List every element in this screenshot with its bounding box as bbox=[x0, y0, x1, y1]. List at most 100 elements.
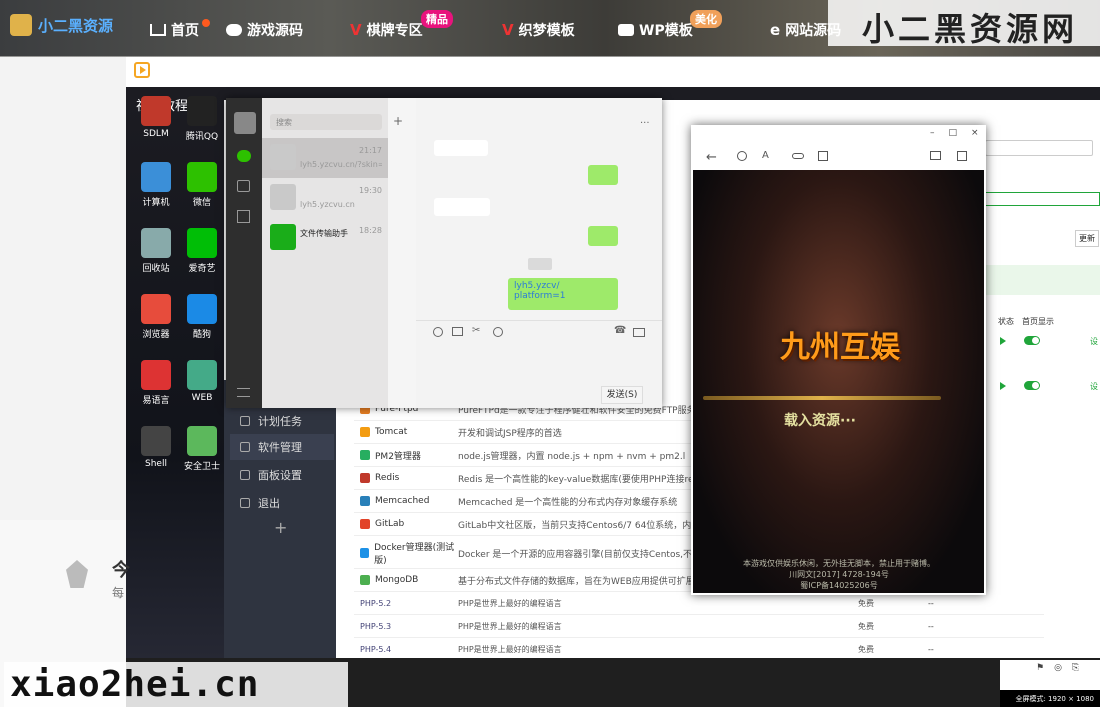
gear-icon bbox=[240, 470, 250, 480]
desktop-icon[interactable]: 爱奇艺 bbox=[172, 228, 232, 274]
software-name: Tomcat bbox=[354, 427, 458, 437]
player-play-icon[interactable] bbox=[134, 62, 150, 78]
nav-wp-templates[interactable]: WP模板 bbox=[618, 20, 693, 40]
ie-icon: e bbox=[770, 21, 781, 39]
table-row[interactable]: Redis Redis 是一个高性能的key-value数据库(要使用PHP连接r… bbox=[354, 467, 694, 490]
nav-chess[interactable]: V 棋牌专区 bbox=[350, 20, 423, 40]
badge-premium: 精品 bbox=[421, 10, 453, 28]
start-icon[interactable] bbox=[1000, 337, 1006, 345]
emoji-icon[interactable] bbox=[433, 327, 443, 337]
app-icon bbox=[141, 228, 171, 258]
desktop-icon[interactable]: 微信 bbox=[172, 162, 232, 208]
contacts-icon[interactable] bbox=[237, 180, 250, 192]
site-brand[interactable]: 小二黑资源 bbox=[10, 14, 113, 36]
nav-game-source[interactable]: 游戏源码 bbox=[226, 20, 303, 40]
software-icon bbox=[360, 427, 370, 437]
watermark-top: 小二黑资源网 bbox=[828, 0, 1100, 48]
player-control-icons[interactable]: ⚑◎⎘ bbox=[1036, 663, 1089, 673]
refresh-icon[interactable] bbox=[737, 151, 747, 161]
settings-link[interactable]: 设 bbox=[1090, 381, 1098, 392]
start-icon[interactable] bbox=[1000, 382, 1006, 390]
desktop-icon-label: 腾讯QQ bbox=[185, 132, 219, 142]
app-icon bbox=[187, 360, 217, 390]
watermark-bottom: xiao2hei.cn bbox=[4, 662, 348, 707]
send-button[interactable]: 发送(S) bbox=[601, 386, 643, 404]
desktop-icon[interactable]: 酷狗 bbox=[172, 294, 232, 340]
box-icon[interactable] bbox=[237, 210, 250, 223]
app-icon bbox=[187, 162, 217, 192]
conversation-item[interactable]: 21:17 lyh5.yzcvu.cn/?skin=0&p... bbox=[262, 138, 388, 178]
user-avatar[interactable] bbox=[234, 112, 256, 134]
conversation-item[interactable]: 19:30 lyh5.yzcvu.cn bbox=[262, 178, 388, 218]
sidebar-item-logout[interactable]: 退出 bbox=[230, 490, 334, 516]
add-button[interactable]: + bbox=[274, 518, 287, 537]
desktop-icon-label: WEB bbox=[191, 393, 213, 403]
app-icon bbox=[141, 426, 171, 456]
desktop-icon[interactable]: WEB bbox=[172, 360, 232, 403]
window-icon[interactable] bbox=[818, 151, 828, 161]
nav-dede-templates[interactable]: V 织梦模板 bbox=[502, 20, 575, 40]
link-icon[interactable] bbox=[792, 153, 804, 159]
table-row[interactable]: PHP-5.3 PHP是世界上最好的编程语言 免费 -- bbox=[354, 615, 1044, 638]
table-row[interactable]: MongoDB基于分布式文件存储的数据库，旨在为WEB应用提供可扩展的高性能数 bbox=[354, 569, 694, 592]
update-button[interactable]: 更新 bbox=[1075, 230, 1099, 247]
sidebar-item-cron[interactable]: 计划任务 bbox=[230, 408, 334, 434]
homepage-toggle[interactable] bbox=[1024, 381, 1040, 390]
menu-icon[interactable] bbox=[237, 388, 250, 397]
desktop-icon[interactable]: 腾讯QQ bbox=[172, 96, 232, 142]
php-dash: -- bbox=[928, 598, 934, 608]
desktop-icon-label: 安全卫士 bbox=[183, 462, 220, 472]
phone-icon[interactable]: ☎ bbox=[614, 325, 626, 336]
software-icon bbox=[360, 548, 370, 558]
font-icon[interactable]: A bbox=[762, 150, 769, 161]
table-row[interactable]: Docker管理器(测试版) Docker 是一个开源的应用容器引擎(目前仅支持C… bbox=[354, 538, 694, 569]
chat-search-input[interactable]: 搜索 bbox=[270, 114, 382, 130]
sidebar-item-software[interactable]: 软件管理 bbox=[230, 434, 334, 460]
app-icon bbox=[187, 426, 217, 456]
software-name: GitLab bbox=[354, 519, 458, 529]
home-icon bbox=[150, 24, 166, 36]
app-icon bbox=[141, 360, 171, 390]
add-contact-icon[interactable]: + bbox=[393, 114, 403, 128]
folder-icon[interactable] bbox=[452, 327, 463, 336]
video-call-icon[interactable] bbox=[633, 328, 645, 337]
table-row[interactable]: PHP-5.2 PHP是世界上最好的编程语言 免费 -- bbox=[354, 592, 1044, 615]
software-icon bbox=[360, 519, 370, 529]
share-icon[interactable] bbox=[930, 151, 941, 160]
table-row[interactable]: Memcached Memcached 是一个高性能的分布式内存对象缓存系统 bbox=[354, 490, 694, 513]
scissors-icon[interactable]: ✂ bbox=[472, 325, 480, 336]
game-footer: 本游戏仅供娱乐休闲，无外挂无脚本，禁止用于赌博。 川网文[2017] 4728-… bbox=[743, 559, 935, 590]
table-row[interactable]: GitLab GitLab中文社区版，当前只支持Centos6/7 64位系统，内… bbox=[354, 513, 694, 536]
loading-bar bbox=[703, 396, 941, 400]
admin-filter[interactable] bbox=[985, 192, 1100, 206]
conversation-item[interactable]: 18:28 文件传输助手 bbox=[262, 218, 388, 258]
back-icon[interactable]: ← bbox=[706, 150, 717, 165]
chat-sidebar bbox=[226, 98, 262, 408]
php-name: PHP-5.2 bbox=[360, 598, 392, 608]
wp-icon bbox=[618, 24, 634, 36]
chat-bubble-icon[interactable] bbox=[237, 150, 251, 162]
game-canvas[interactable] bbox=[693, 170, 984, 593]
more-icon[interactable]: ··· bbox=[640, 118, 650, 129]
section-title: 今 bbox=[112, 560, 130, 581]
chat-icon[interactable] bbox=[493, 327, 503, 337]
cube-icon[interactable] bbox=[957, 151, 967, 161]
brand-logo-icon bbox=[10, 14, 32, 36]
software-desc: 开发和调试JSP程序的首选 bbox=[458, 428, 562, 439]
brand-name: 小二黑资源 bbox=[38, 16, 114, 35]
table-row[interactable]: PM2管理器 node.js管理器，内置 node.js + npm + nvm … bbox=[354, 444, 694, 467]
new-dot bbox=[202, 19, 210, 27]
software-name: MongoDB bbox=[354, 575, 458, 585]
desktop-icon[interactable]: 安全卫士 bbox=[172, 426, 232, 472]
time-divider bbox=[528, 258, 552, 270]
admin-search-input[interactable] bbox=[985, 140, 1093, 156]
software-icon bbox=[360, 473, 370, 483]
window-controls[interactable]: –□× bbox=[930, 128, 993, 138]
table-row[interactable]: Tomcat 开发和调试JSP程序的首选 bbox=[354, 421, 694, 444]
nav-home[interactable]: 首页 bbox=[150, 19, 210, 40]
message-bubble bbox=[588, 226, 618, 246]
settings-link[interactable]: 设 bbox=[1090, 336, 1098, 347]
homepage-toggle[interactable] bbox=[1024, 336, 1040, 345]
avatar bbox=[270, 144, 296, 170]
sidebar-item-settings[interactable]: 面板设置 bbox=[230, 462, 334, 488]
